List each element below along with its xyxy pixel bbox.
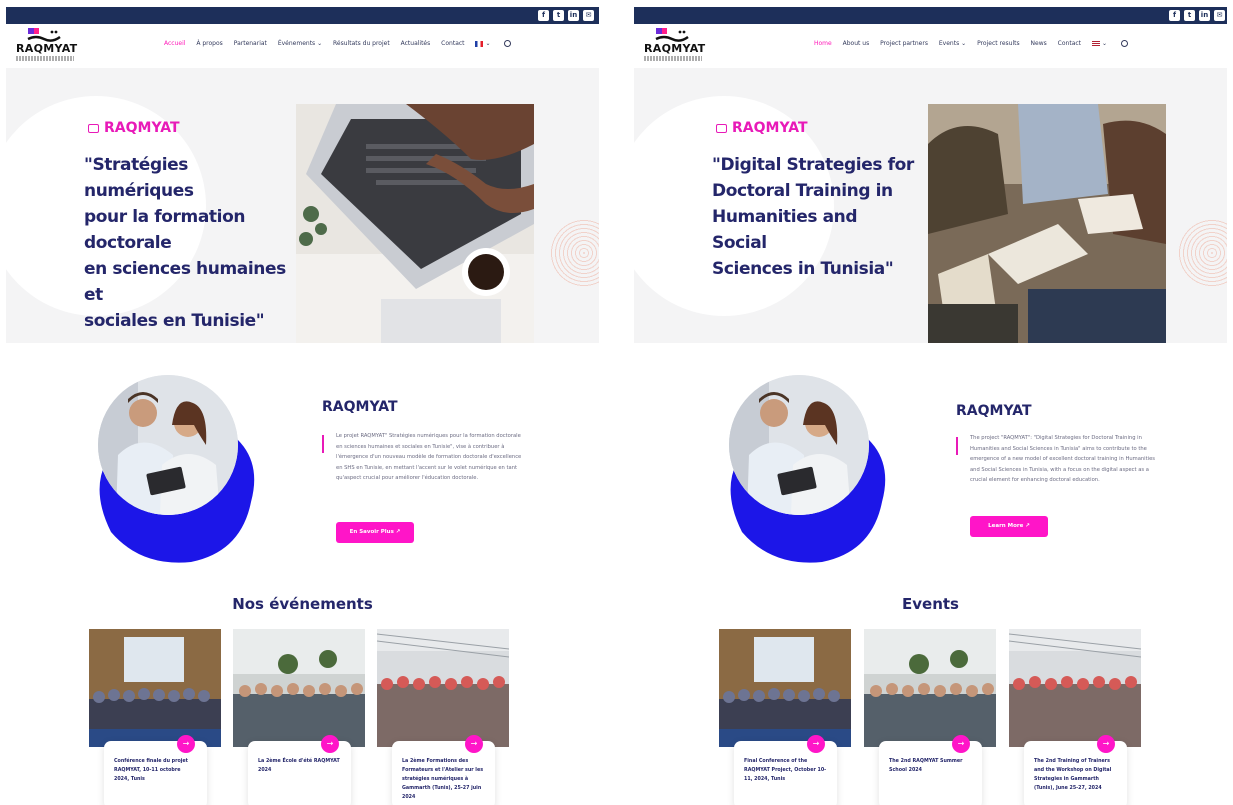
page-french: f t in ✉ RAQMYAT Accueil À propos Parten…: [6, 7, 599, 805]
nav-item-evenements[interactable]: Événements ⌄: [278, 40, 322, 47]
hero-tag: RAQMYAT: [716, 120, 808, 136]
arrow-right-icon[interactable]: →: [177, 735, 195, 753]
event-photo: [233, 629, 365, 747]
nav-menu: Accueil À propos Partenariat Événements …: [164, 40, 512, 52]
event-photo: [377, 629, 509, 747]
language-switcher[interactable]: ⌄: [1091, 40, 1107, 47]
event-photo: [1009, 629, 1141, 747]
english-flag-icon: [1091, 40, 1100, 47]
about-text: Le projet RAQMYAT" Stratégies numériques…: [336, 433, 522, 481]
page-english: f t in ✉ RAQMYAT Home About us Project p…: [634, 7, 1227, 805]
events-title: Nos événements: [232, 595, 373, 613]
about-accent-bar: [956, 437, 958, 455]
hero-title: "Digital Strategies for Doctoral Trainin…: [712, 155, 914, 279]
learn-more-button[interactable]: Learn More ↗: [970, 516, 1048, 537]
raqmyat-logo[interactable]: RAQMYAT: [16, 27, 78, 65]
arrow-right-icon[interactable]: →: [465, 735, 483, 753]
search-icon[interactable]: [504, 40, 512, 47]
arrow-right-icon[interactable]: →: [321, 735, 339, 753]
email-icon[interactable]: ✉: [1214, 10, 1225, 21]
learn-more-button[interactable]: En Savoir Plus ↗: [336, 522, 414, 543]
about-photo: [98, 375, 238, 515]
logo-tagline: [16, 56, 74, 61]
facebook-icon[interactable]: f: [538, 10, 549, 21]
logo-wordmark: RAQMYAT: [644, 42, 706, 55]
arrow-right-icon[interactable]: →: [952, 735, 970, 753]
nav-menu: Home About us Project partners Events ⌄ …: [814, 40, 1128, 52]
arrow-right-icon[interactable]: →: [807, 735, 825, 753]
event-card-2[interactable]: The 2nd RAQMYAT Summer School 2024 →: [864, 629, 996, 805]
event-card-1[interactable]: Conférence finale du projet RAQMYAT, 10-…: [89, 629, 221, 805]
main-navigation: RAQMYAT Accueil À propos Partenariat Évé…: [6, 24, 599, 68]
logo-wordmark: RAQMYAT: [16, 42, 78, 55]
hero-title: "Stratégies numériques pour la formation…: [84, 155, 286, 331]
french-flag-icon: [475, 40, 484, 47]
event-photo: [864, 629, 996, 747]
hero-photo-laptop: [296, 104, 534, 343]
nav-item-news[interactable]: News: [1031, 40, 1047, 47]
nav-item-results[interactable]: Project results: [977, 40, 1020, 47]
nav-item-a-propos[interactable]: À propos: [196, 40, 222, 47]
linkedin-icon[interactable]: in: [568, 10, 579, 21]
nav-item-partners[interactable]: Project partners: [880, 40, 928, 47]
nav-item-actualites[interactable]: Actualités: [401, 40, 431, 47]
about-title: RAQMYAT: [956, 403, 1032, 419]
about-text: The project "RAQMYAT": "Digital Strategi…: [970, 435, 1155, 483]
event-card-3[interactable]: La 2ème Formations des Formateurs et l'A…: [377, 629, 509, 805]
about-title: RAQMYAT: [322, 399, 398, 415]
email-icon[interactable]: ✉: [583, 10, 594, 21]
logo-mark-icon: [655, 28, 689, 42]
nav-item-resultats[interactable]: Résultats du projet: [333, 40, 390, 47]
about-photo: [729, 375, 869, 515]
events-title: Events: [902, 595, 959, 613]
hero-tag: RAQMYAT: [88, 120, 180, 136]
logo-mark-icon: [27, 28, 61, 42]
nav-item-contact[interactable]: Contact: [1058, 40, 1081, 47]
nav-item-about[interactable]: About us: [843, 40, 870, 47]
language-switcher[interactable]: ⌄: [475, 40, 490, 47]
top-bar: f t in ✉: [634, 7, 1227, 24]
hero-section: RAQMYAT "Digital Strategies for Doctoral…: [634, 68, 1227, 343]
twitter-icon[interactable]: t: [1184, 10, 1195, 21]
search-icon[interactable]: [1120, 40, 1128, 47]
event-card-3[interactable]: The 2nd Training of Trainers and the Wor…: [1009, 629, 1141, 805]
facebook-icon[interactable]: f: [1169, 10, 1180, 21]
hero-section: RAQMYAT "Stratégies numériques pour la f…: [6, 68, 599, 343]
nav-item-accueil[interactable]: Accueil: [164, 40, 185, 47]
event-photo: [89, 629, 221, 747]
event-card-2[interactable]: La 2ème École d'été RAQMYAT 2024 →: [233, 629, 365, 805]
nav-item-events[interactable]: Events ⌄: [939, 40, 966, 47]
event-photo: [719, 629, 851, 747]
raqmyat-logo[interactable]: RAQMYAT: [644, 27, 706, 65]
top-bar: f t in ✉: [6, 7, 599, 24]
tag-icon: [88, 123, 99, 133]
arrow-right-icon[interactable]: →: [1097, 735, 1115, 753]
hero-decor-pattern: [549, 218, 599, 288]
hero-decor-pattern: [1177, 218, 1227, 288]
nav-item-home[interactable]: Home: [814, 40, 832, 47]
hero-photo-reading: [928, 104, 1166, 343]
linkedin-icon[interactable]: in: [1199, 10, 1210, 21]
tag-icon: [716, 123, 727, 133]
main-navigation: RAQMYAT Home About us Project partners E…: [634, 24, 1227, 68]
twitter-icon[interactable]: t: [553, 10, 564, 21]
nav-item-partenariat[interactable]: Partenariat: [234, 40, 267, 47]
nav-item-contact[interactable]: Contact: [441, 40, 464, 47]
logo-tagline: [644, 56, 702, 61]
event-card-1[interactable]: Final Conference of the RAQMYAT Project,…: [719, 629, 851, 805]
about-accent-bar: [322, 435, 324, 453]
